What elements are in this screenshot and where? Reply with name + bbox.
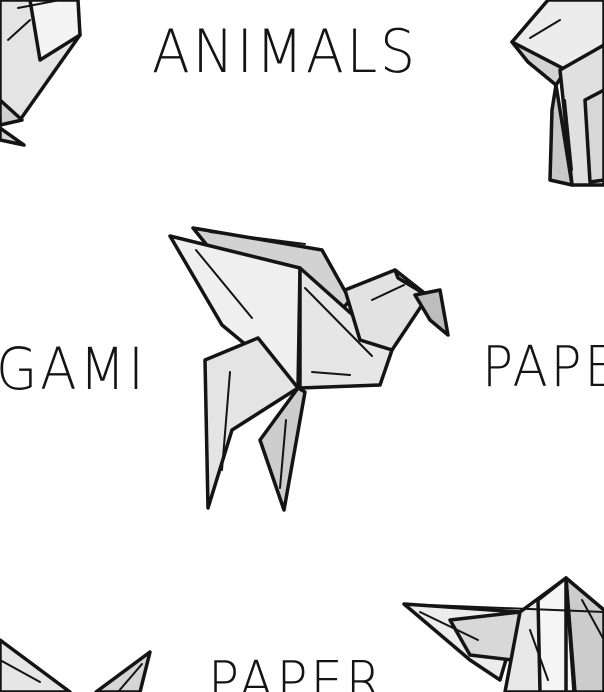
origami-pattern: ANIMALS GAMI PAPE PAPER [0,0,604,692]
origami-animal-partial-top-right [510,0,604,187]
origami-bird [168,226,450,512]
origami-animal-partial-top-left [0,0,82,147]
origami-boat-partial [402,576,604,692]
origami-bird-partial-bottom-left [0,638,152,692]
origami-illustrations [0,0,604,692]
